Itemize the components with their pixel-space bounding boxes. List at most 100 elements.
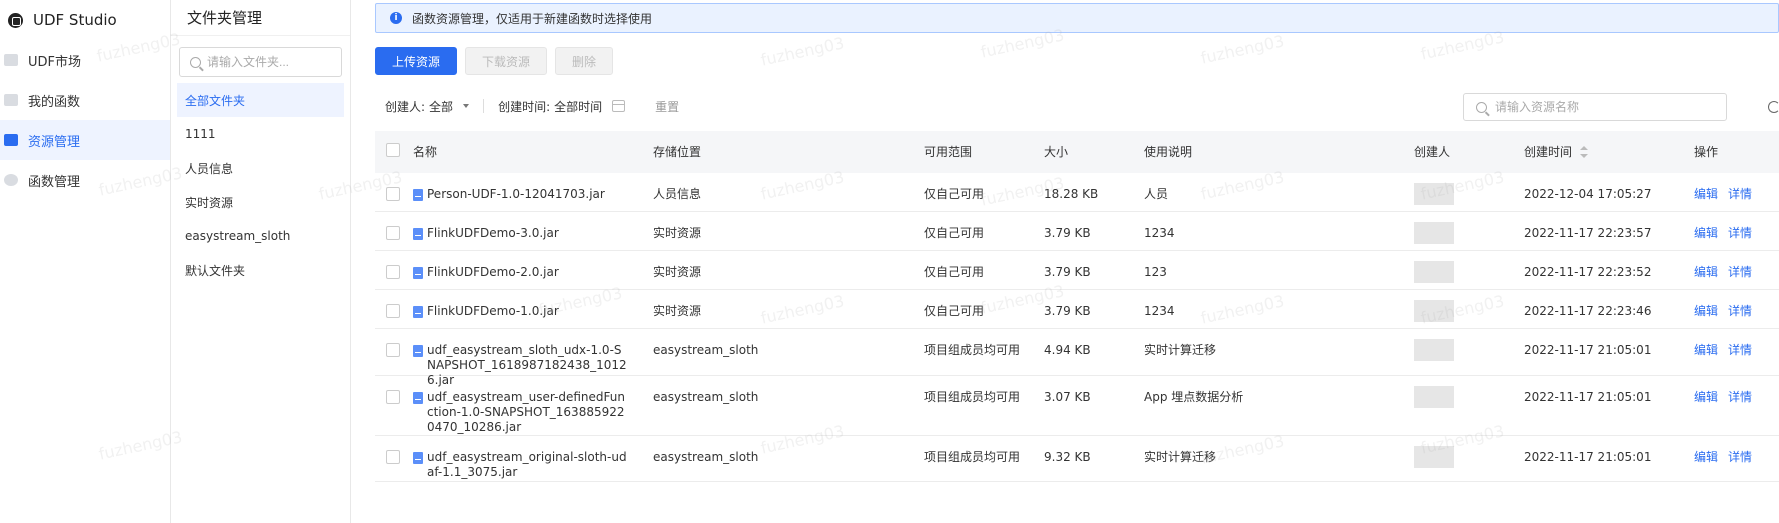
edit-link[interactable]: 编辑 bbox=[1694, 304, 1718, 318]
row-checkbox[interactable] bbox=[386, 304, 400, 318]
resource-size: 18.28 KB bbox=[1044, 187, 1099, 201]
resource-location: easystream_sloth bbox=[653, 390, 759, 404]
resource-scope: 仅自己可用 bbox=[924, 226, 985, 240]
market-icon bbox=[4, 54, 18, 66]
ops-cell: 编辑 详情 bbox=[1694, 376, 1779, 405]
jar-file-icon bbox=[413, 452, 423, 464]
resource-scope: 项目组成员均可用 bbox=[924, 343, 1021, 357]
refresh-icon[interactable] bbox=[1768, 101, 1779, 113]
ops-cell: 编辑 详情 bbox=[1694, 329, 1779, 358]
toolbar: 上传资源 下载资源 删除 bbox=[375, 47, 614, 75]
chevron-down-icon[interactable] bbox=[463, 104, 470, 108]
resource-search[interactable] bbox=[1463, 93, 1727, 121]
select-all-checkbox[interactable] bbox=[386, 143, 400, 157]
ops-cell: 编辑 详情 bbox=[1694, 290, 1779, 319]
row-checkbox[interactable] bbox=[386, 390, 400, 404]
header-size: 大小 bbox=[1044, 144, 1069, 159]
hexagon-icon bbox=[4, 174, 18, 186]
row-select-cell bbox=[375, 376, 413, 408]
nav-item-my-functions[interactable]: 我的函数 bbox=[0, 80, 170, 120]
brand[interactable]: UDF Studio bbox=[0, 0, 170, 40]
detail-link[interactable]: 详情 bbox=[1728, 226, 1752, 240]
resource-search-input[interactable] bbox=[1495, 100, 1715, 114]
table-row: FlinkUDFDemo-1.0.jar 实时资源 仅自己可用 3.79 KB 1234… bbox=[375, 290, 1779, 329]
resource-name: udf_easystream_user-definedFunction-1.0-… bbox=[427, 390, 625, 434]
folder-search[interactable] bbox=[179, 47, 342, 77]
creator-avatar-redacted bbox=[1414, 339, 1454, 361]
resource-description: App 埋点数据分析 bbox=[1144, 390, 1244, 404]
folder-item-1111[interactable]: 1111 bbox=[177, 117, 344, 151]
nav-item-udf-market[interactable]: UDF市场 bbox=[0, 40, 170, 80]
resource-created-time: 2022-11-17 22:23:57 bbox=[1524, 226, 1652, 240]
resource-location: 实时资源 bbox=[653, 304, 702, 318]
resource-scope: 项目组成员均可用 bbox=[924, 390, 1021, 404]
resource-icon bbox=[4, 134, 18, 146]
row-checkbox[interactable] bbox=[386, 226, 400, 240]
header-created-time[interactable]: 创建时间 bbox=[1524, 145, 1694, 160]
creator-avatar-redacted bbox=[1414, 446, 1454, 468]
row-checkbox[interactable] bbox=[386, 343, 400, 357]
edit-link[interactable]: 编辑 bbox=[1694, 450, 1718, 464]
folder-item-personnel[interactable]: 人员信息 bbox=[177, 151, 344, 185]
resource-description: 1234 bbox=[1144, 304, 1175, 318]
edit-link[interactable]: 编辑 bbox=[1694, 226, 1718, 240]
delete-button[interactable]: 删除 bbox=[555, 47, 614, 75]
time-filter-label: 创建时间: bbox=[498, 99, 551, 114]
folder-item-default[interactable]: 默认文件夹 bbox=[177, 253, 344, 287]
edit-link[interactable]: 编辑 bbox=[1694, 343, 1718, 357]
resource-location: easystream_sloth bbox=[653, 450, 759, 464]
jar-file-icon bbox=[413, 267, 423, 279]
nav-item-resource-management[interactable]: 资源管理 bbox=[0, 120, 170, 160]
row-select-cell bbox=[375, 329, 413, 361]
resource-location: 实时资源 bbox=[653, 265, 702, 279]
header-ops: 操作 bbox=[1694, 144, 1719, 159]
resource-size: 3.79 KB bbox=[1044, 226, 1091, 240]
folder-item-all[interactable]: 全部文件夹 bbox=[177, 83, 344, 117]
nav-item-function-management[interactable]: 函数管理 bbox=[0, 160, 170, 200]
resource-name-cell: udf_easystream_original-sloth-udaf-1.1_3… bbox=[413, 436, 653, 480]
edit-link[interactable]: 编辑 bbox=[1694, 390, 1718, 404]
nav-item-label: 我的函数 bbox=[28, 94, 81, 110]
creator-cell bbox=[1414, 436, 1524, 468]
folder-item-realtime[interactable]: 实时资源 bbox=[177, 185, 344, 219]
ops-cell: 编辑 详情 bbox=[1694, 251, 1779, 280]
resource-name-cell: Person-UDF-1.0-12041703.jar bbox=[413, 173, 653, 202]
header-created-time-label: 创建时间 bbox=[1524, 144, 1573, 159]
folder-search-input[interactable] bbox=[207, 55, 327, 69]
resource-name: FlinkUDFDemo-3.0.jar bbox=[427, 226, 559, 240]
row-checkbox[interactable] bbox=[386, 187, 400, 201]
detail-link[interactable]: 详情 bbox=[1728, 304, 1752, 318]
download-resource-button[interactable]: 下载资源 bbox=[465, 47, 548, 75]
filter-bar: 创建人: 全部 创建时间: 全部时间 重置 bbox=[385, 93, 679, 119]
detail-link[interactable]: 详情 bbox=[1728, 265, 1752, 279]
resource-name: FlinkUDFDemo-1.0.jar bbox=[427, 304, 559, 318]
resource-size: 9.32 KB bbox=[1044, 450, 1091, 464]
detail-link[interactable]: 详情 bbox=[1728, 343, 1752, 357]
folder-item-easystream-sloth[interactable]: easystream_sloth bbox=[177, 219, 344, 253]
edit-link[interactable]: 编辑 bbox=[1694, 265, 1718, 279]
creator-avatar-redacted bbox=[1414, 261, 1454, 283]
row-checkbox[interactable] bbox=[386, 265, 400, 279]
time-filter-value[interactable]: 全部时间 bbox=[554, 98, 602, 115]
jar-file-icon bbox=[413, 392, 423, 404]
folder-panel-title: 文件夹管理 bbox=[171, 0, 350, 36]
row-select-cell bbox=[375, 290, 413, 322]
jar-file-icon bbox=[413, 345, 423, 357]
detail-link[interactable]: 详情 bbox=[1728, 450, 1752, 464]
detail-link[interactable]: 详情 bbox=[1728, 390, 1752, 404]
reset-button[interactable]: 重置 bbox=[655, 98, 679, 115]
resource-name-cell: FlinkUDFDemo-2.0.jar bbox=[413, 251, 653, 280]
row-checkbox[interactable] bbox=[386, 450, 400, 464]
creator-filter-select[interactable]: 全部 bbox=[429, 98, 453, 115]
detail-link[interactable]: 详情 bbox=[1728, 187, 1752, 201]
calendar-icon[interactable] bbox=[612, 100, 626, 112]
resource-scope: 仅自己可用 bbox=[924, 265, 985, 279]
ops-cell: 编辑 详情 bbox=[1694, 436, 1779, 465]
creator-cell bbox=[1414, 212, 1524, 244]
upload-resource-button[interactable]: 上传资源 bbox=[375, 47, 458, 75]
sort-icon[interactable] bbox=[1580, 146, 1589, 158]
main-content: i 函数资源管理，仅适用于新建函数时选择使用 上传资源 下载资源 删除 创建人:… bbox=[351, 0, 1779, 523]
jar-file-icon bbox=[413, 228, 423, 240]
edit-link[interactable]: 编辑 bbox=[1694, 187, 1718, 201]
info-icon: i bbox=[390, 12, 402, 24]
